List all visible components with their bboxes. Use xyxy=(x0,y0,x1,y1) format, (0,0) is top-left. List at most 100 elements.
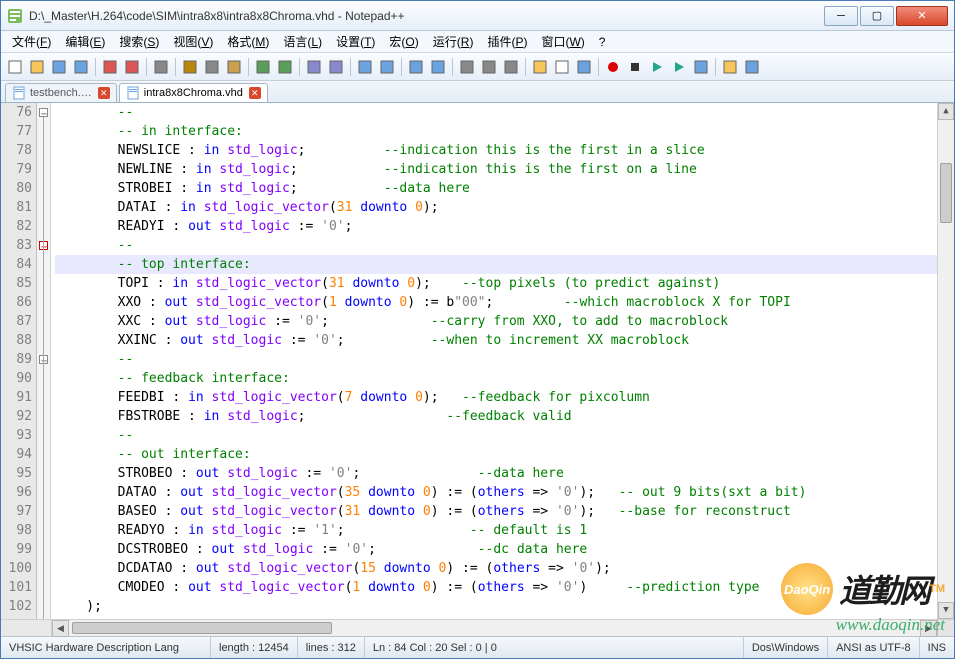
code-line[interactable]: READYI : out std_logic := '0'; xyxy=(55,217,937,236)
play-button[interactable] xyxy=(647,57,667,77)
open-file-button[interactable] xyxy=(27,57,47,77)
scroll-down-arrow[interactable]: ▼ xyxy=(938,602,954,619)
indent-button[interactable] xyxy=(501,57,521,77)
zoom-out-button[interactable] xyxy=(377,57,397,77)
redo-button[interactable] xyxy=(275,57,295,77)
code-line[interactable]: DATAO : out std_logic_vector(35 downto 0… xyxy=(55,483,937,502)
close-all-button[interactable] xyxy=(122,57,142,77)
status-mode: INS xyxy=(920,637,954,658)
function-list-button[interactable] xyxy=(574,57,594,77)
maximize-button[interactable]: ▢ xyxy=(860,6,894,26)
tab-1[interactable]: intra8x8Chroma.vhd✕ xyxy=(119,83,268,102)
code-line[interactable]: NEWSLICE : in std_logic; --indication th… xyxy=(55,141,937,160)
fold-margin[interactable] xyxy=(37,103,51,619)
line-number: 92 xyxy=(1,407,32,426)
code-line[interactable]: -- xyxy=(55,103,937,122)
code-line[interactable]: FBSTROBE : in std_logic; --feedback vali… xyxy=(55,407,937,426)
tab-close-icon[interactable]: ✕ xyxy=(249,87,261,99)
scroll-thumb[interactable] xyxy=(940,163,952,223)
code-line[interactable]: READYO : in std_logic := '1'; -- default… xyxy=(55,521,937,540)
tab-close-icon[interactable]: ✕ xyxy=(98,87,110,99)
code-line[interactable]: BASEO : out std_logic_vector(31 downto 0… xyxy=(55,502,937,521)
close-button[interactable]: ✕ xyxy=(896,6,948,26)
sync-h-button[interactable] xyxy=(428,57,448,77)
all-chars-button[interactable] xyxy=(479,57,499,77)
stop-button[interactable] xyxy=(625,57,645,77)
zoom-in-button[interactable] xyxy=(355,57,375,77)
code-line[interactable]: DCDATAO : out std_logic_vector(15 downto… xyxy=(55,559,937,578)
line-number: 83 xyxy=(1,236,32,255)
scroll-left-arrow[interactable]: ◀ xyxy=(52,620,69,637)
toolbar-separator xyxy=(146,58,147,76)
code-line[interactable]: XXC : out std_logic := '0'; --carry from… xyxy=(55,312,937,331)
menu-language[interactable]: 语言(L) xyxy=(276,31,329,52)
horizontal-scrollbar[interactable]: ◀ ▶ xyxy=(51,620,937,636)
menu-edit[interactable]: 编辑(E) xyxy=(58,31,112,52)
code-line[interactable]: XXO : out std_logic_vector(1 downto 0) :… xyxy=(55,293,937,312)
menu-settings[interactable]: 设置(T) xyxy=(329,31,382,52)
vertical-scrollbar[interactable]: ▲ ▼ xyxy=(937,103,954,619)
code-line[interactable]: end intra8x8Chroma; xyxy=(55,616,937,619)
toolbar-separator xyxy=(452,58,453,76)
code-line[interactable]: -- xyxy=(55,350,937,369)
find-button[interactable] xyxy=(304,57,324,77)
code-line[interactable]: -- xyxy=(55,426,937,445)
doc-map-button[interactable] xyxy=(552,57,572,77)
copy-button[interactable] xyxy=(202,57,222,77)
code-line[interactable]: DCSTROBEO : out std_logic := '0'; --dc d… xyxy=(55,540,937,559)
toolbar-separator xyxy=(248,58,249,76)
code-line[interactable]: FEEDBI : in std_logic_vector(7 downto 0)… xyxy=(55,388,937,407)
code-line[interactable]: XXINC : out std_logic := '0'; --when to … xyxy=(55,331,937,350)
scroll-right-arrow[interactable]: ▶ xyxy=(920,620,937,637)
line-number: 96 xyxy=(1,483,32,502)
fold-toggle-icon[interactable] xyxy=(39,108,48,117)
code-line[interactable]: TOPI : in std_logic_vector(31 downto 0);… xyxy=(55,274,937,293)
menu-file[interactable]: 文件(F) xyxy=(5,31,58,52)
code-area[interactable]: -- -- in interface: NEWSLICE : in std_lo… xyxy=(51,103,937,619)
code-line[interactable]: -- in interface: xyxy=(55,122,937,141)
code-line[interactable]: -- xyxy=(55,236,937,255)
code-line[interactable]: DATAI : in std_logic_vector(31 downto 0)… xyxy=(55,198,937,217)
code-line[interactable]: CMODEO : out std_logic_vector(1 downto 0… xyxy=(55,578,937,597)
menu-search[interactable]: 搜索(S) xyxy=(112,31,166,52)
menu-run[interactable]: 运行(R) xyxy=(426,31,481,52)
line-number: 76 xyxy=(1,103,32,122)
monitor-button[interactable] xyxy=(720,57,740,77)
code-line[interactable]: STROBEO : out std_logic := '0'; --data h… xyxy=(55,464,937,483)
menu-plugins[interactable]: 插件(P) xyxy=(480,31,534,52)
hscroll-thumb[interactable] xyxy=(72,622,332,634)
menu-format[interactable]: 格式(M) xyxy=(220,31,276,52)
close-button[interactable] xyxy=(100,57,120,77)
wrap-button[interactable] xyxy=(457,57,477,77)
play-multi-button[interactable] xyxy=(669,57,689,77)
cut-button[interactable] xyxy=(180,57,200,77)
replace-button[interactable] xyxy=(326,57,346,77)
sync-v-button[interactable] xyxy=(406,57,426,77)
menu-macro[interactable]: 宏(O) xyxy=(382,31,425,52)
code-line[interactable]: -- feedback interface: xyxy=(55,369,937,388)
code-line[interactable]: -- top interface: xyxy=(55,255,937,274)
code-line[interactable]: ); xyxy=(55,597,937,616)
tab-0[interactable]: testbench.…✕ xyxy=(5,83,117,102)
spell-button[interactable] xyxy=(742,57,762,77)
code-line[interactable]: -- out interface: xyxy=(55,445,937,464)
status-language: VHSIC Hardware Description Lang xyxy=(1,637,211,658)
save-all-button[interactable] xyxy=(71,57,91,77)
code-line[interactable]: STROBEI : in std_logic; --data here xyxy=(55,179,937,198)
fast-save-button[interactable] xyxy=(691,57,711,77)
code-line[interactable]: NEWLINE : in std_logic; --indication thi… xyxy=(55,160,937,179)
folder-button[interactable] xyxy=(530,57,550,77)
menu-view[interactable]: 视图(V) xyxy=(166,31,220,52)
scroll-up-arrow[interactable]: ▲ xyxy=(938,103,954,120)
menu-help[interactable]: ? xyxy=(592,33,613,51)
menu-window[interactable]: 窗口(W) xyxy=(534,31,591,52)
new-file-button[interactable] xyxy=(5,57,25,77)
print-button[interactable] xyxy=(151,57,171,77)
toolbar-separator xyxy=(715,58,716,76)
save-button[interactable] xyxy=(49,57,69,77)
titlebar[interactable]: D:\_Master\H.264\code\SIM\intra8x8\intra… xyxy=(1,1,954,31)
minimize-button[interactable]: ─ xyxy=(824,6,858,26)
paste-button[interactable] xyxy=(224,57,244,77)
undo-button[interactable] xyxy=(253,57,273,77)
record-button[interactable] xyxy=(603,57,623,77)
